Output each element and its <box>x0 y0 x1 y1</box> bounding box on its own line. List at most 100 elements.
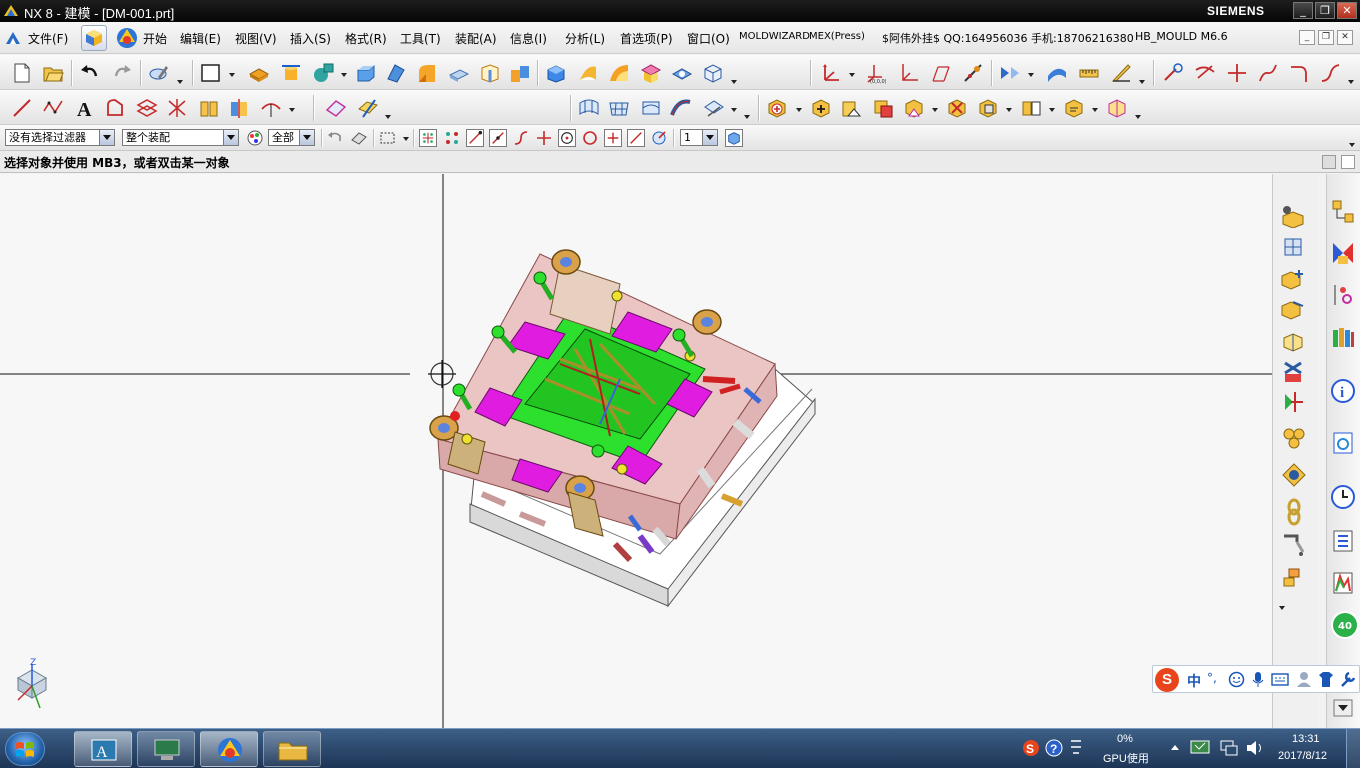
intersect-icon[interactable] <box>608 62 630 84</box>
subtract-icon[interactable] <box>577 62 599 84</box>
tray-monitor-icon[interactable] <box>1189 738 1211 758</box>
mirror-assembly-icon[interactable] <box>903 97 925 119</box>
menu-analysis[interactable]: 分析(L) <box>565 30 605 47</box>
layer-filter-dropdown[interactable]: 全部 <box>268 129 315 146</box>
n-sided-surface-icon[interactable] <box>703 97 725 119</box>
document-restore-button[interactable]: ❐ <box>1318 30 1334 45</box>
measure-distance-icon[interactable] <box>1078 62 1100 84</box>
swept-icon[interactable] <box>670 97 692 119</box>
add-component-icon[interactable] <box>766 97 788 119</box>
color-filter-icon[interactable] <box>246 129 264 147</box>
tray-volume-icon[interactable] <box>1245 739 1265 757</box>
voice-input-icon[interactable] <box>1251 671 1265 688</box>
tray-network-icon[interactable] <box>1219 739 1239 757</box>
tray-help-icon[interactable]: ? <box>1045 739 1063 757</box>
emoji-icon[interactable] <box>1228 671 1245 688</box>
menu-tools[interactable]: 工具(T) <box>400 30 441 47</box>
standard-part-library-icon[interactable] <box>1281 462 1307 488</box>
sheet-surface-icon[interactable] <box>325 97 347 119</box>
start-button[interactable] <box>5 732 45 766</box>
intersection-curve-icon[interactable] <box>1226 62 1248 84</box>
ime-punctuation-toggle[interactable]: °, <box>1207 671 1217 685</box>
revolve-icon[interactable] <box>280 62 302 84</box>
snap-points-icon[interactable] <box>419 129 437 147</box>
new-component-icon[interactable] <box>810 97 832 119</box>
cavity-layout-icon[interactable] <box>1281 330 1307 352</box>
skin-shirt-icon[interactable] <box>1318 671 1334 688</box>
web-browser-icon[interactable] <box>1330 430 1356 456</box>
point-set-icon[interactable] <box>962 62 984 84</box>
mold-tools-icon[interactable] <box>1281 360 1307 384</box>
wave-geometry-icon[interactable] <box>977 97 999 119</box>
tray-sogou-icon[interactable]: S <box>1022 738 1040 758</box>
tray-expand-icon[interactable] <box>1170 743 1180 753</box>
mate-component-icon[interactable] <box>840 97 862 119</box>
extract-curve-icon[interactable] <box>166 97 188 119</box>
menu-information[interactable]: 信息(I) <box>510 30 547 47</box>
exploded-view-icon[interactable] <box>1020 97 1042 119</box>
shell-icon[interactable] <box>479 62 501 84</box>
extrude-icon[interactable] <box>248 62 270 84</box>
ejector-pin-icon[interactable] <box>1283 498 1305 526</box>
history-icon[interactable] <box>1330 484 1356 510</box>
ime-settings-wrench-icon[interactable] <box>1340 671 1356 688</box>
graphics-window[interactable]: Z <box>0 174 1272 728</box>
split-body-icon[interactable] <box>228 97 250 119</box>
system-materials-icon[interactable] <box>1330 528 1356 554</box>
mold-csys-icon[interactable] <box>1279 268 1309 290</box>
chamfer-icon[interactable] <box>448 62 470 84</box>
selection-count-dropdown[interactable]: 1 <box>680 129 718 146</box>
point-on-curve-icon[interactable] <box>627 129 645 147</box>
selection-scope-dropdown[interactable]: 整个装配 <box>122 129 239 146</box>
open-file-icon[interactable] <box>42 62 64 84</box>
reuse-library-icon[interactable] <box>1330 324 1356 350</box>
datum-plane-icon[interactable] <box>930 62 952 84</box>
bridge-curve-icon[interactable] <box>1257 62 1279 84</box>
menu-insert[interactable]: 插入(S) <box>290 30 331 47</box>
user-account-icon[interactable] <box>1296 671 1312 688</box>
document-minimize-button[interactable]: _ <box>1299 30 1315 45</box>
assembly-constraint-icon[interactable] <box>1106 97 1128 119</box>
workpiece-icon[interactable] <box>1279 298 1309 320</box>
performance-badge[interactable]: 40 <box>1331 611 1359 639</box>
pattern-feature-icon[interactable] <box>671 62 693 84</box>
trim-body-icon[interactable] <box>509 62 531 84</box>
replace-component-icon[interactable] <box>946 97 968 119</box>
taskbar-app-autocad[interactable]: A <box>74 731 132 767</box>
quadrant-point-icon[interactable] <box>581 129 599 147</box>
wireframe-block-icon[interactable] <box>702 62 724 84</box>
assembly-navigator-icon[interactable] <box>1330 198 1356 224</box>
composite-curve-icon[interactable] <box>260 97 282 119</box>
studio-surface-icon[interactable] <box>640 97 662 119</box>
taskbar-app-nx[interactable] <box>200 731 258 767</box>
line-icon[interactable] <box>11 97 33 119</box>
move-object-icon[interactable] <box>999 62 1021 84</box>
fillet-curve-icon[interactable] <box>1288 62 1310 84</box>
menu-start[interactable]: 开始 <box>143 30 167 47</box>
hole-icon[interactable] <box>312 62 334 84</box>
menu-view[interactable]: 视图(V) <box>235 30 277 47</box>
window-restore-button[interactable]: ❐ <box>1315 2 1335 19</box>
ime-mode-toggle[interactable]: 中 <box>1187 671 1201 691</box>
menu-moldwizard[interactable]: MOLDWIZARD <box>739 31 810 42</box>
offset-curve-icon[interactable] <box>1319 62 1341 84</box>
window-minimize-button[interactable]: _ <box>1293 2 1313 19</box>
datum-axis-icon[interactable] <box>898 62 920 84</box>
mold-assembly-view[interactable] <box>0 174 1272 728</box>
wave-link-icon[interactable] <box>1046 62 1068 84</box>
draft-icon[interactable] <box>385 62 407 84</box>
select-component-icon[interactable] <box>725 129 743 147</box>
curve-analysis-icon[interactable] <box>1162 62 1184 84</box>
rectangle-select-icon[interactable] <box>379 129 397 147</box>
snap-on-icon[interactable] <box>443 129 461 147</box>
unite-icon[interactable] <box>545 62 567 84</box>
datum-csys-icon[interactable] <box>820 62 842 84</box>
control-point-icon[interactable] <box>512 129 530 147</box>
sketch-profile-icon[interactable] <box>104 97 126 119</box>
intersection-point-icon[interactable] <box>535 129 553 147</box>
parting-tools-icon[interactable] <box>1281 390 1307 414</box>
redo-icon[interactable] <box>111 62 133 84</box>
point-icon[interactable]: (0,0,0) <box>864 62 886 84</box>
offset-face-icon[interactable] <box>640 62 662 84</box>
edge-blend-icon[interactable] <box>416 62 438 84</box>
